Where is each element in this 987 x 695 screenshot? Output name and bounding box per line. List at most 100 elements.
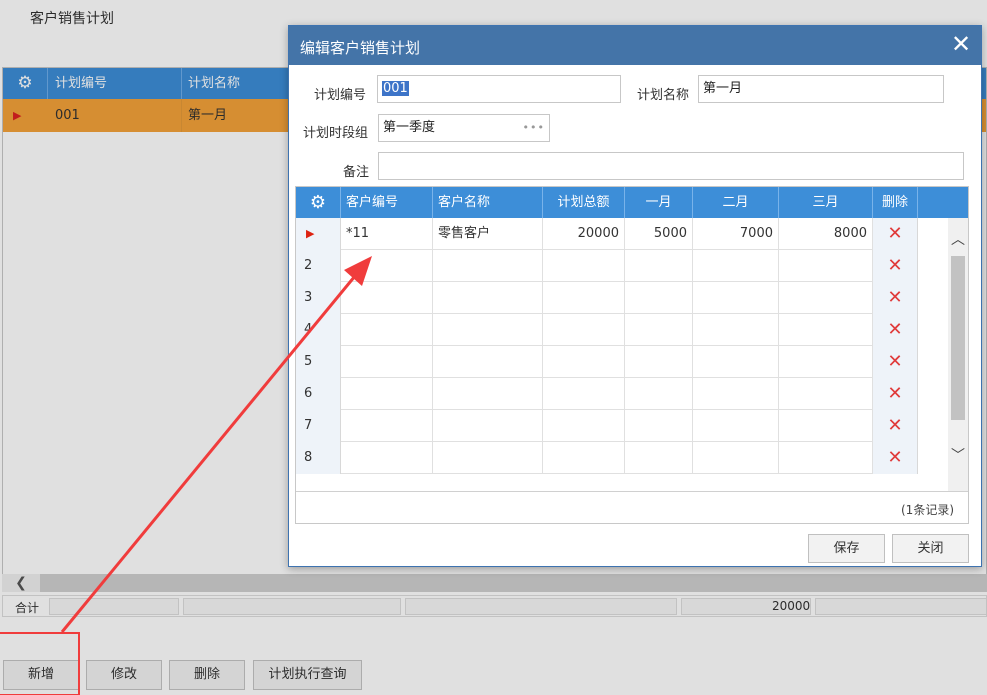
cell-march[interactable] [779,378,873,410]
delete-row-icon[interactable]: ✕ [873,282,918,314]
current-row-arrow-icon: ▶ [306,227,315,240]
close-button[interactable]: 关闭 [892,534,969,563]
plan-no-input[interactable]: 001 [377,75,621,103]
cell-february[interactable] [693,442,779,474]
customer-plan-grid: ⚙ 客户编号 客户名称 计划总额 一月 二月 三月 删除 ▶ *11 零售客户 200… [295,186,969,524]
delete-row-icon[interactable]: ✕ [873,378,918,410]
cell-customer-name[interactable] [433,346,543,378]
cell-customer-name[interactable] [433,410,543,442]
column-header-customer-name[interactable]: 客户名称 [433,187,543,218]
cell-march[interactable] [779,314,873,346]
row-number: ▶ [296,218,341,250]
cell-january[interactable] [625,250,693,282]
delete-row-icon[interactable]: ✕ [873,442,918,474]
cell-plan-total[interactable] [543,346,625,378]
vertical-scrollbar[interactable]: ︿ ﹀ [948,218,968,491]
cell-customer-name[interactable] [433,314,543,346]
cell-plan-total[interactable] [543,314,625,346]
cell-plan-total[interactable]: 20000 [543,218,625,250]
row-number: 5 [296,346,341,378]
table-row[interactable]: 2 ✕ [296,250,918,282]
cell-february[interactable] [693,250,779,282]
scroll-down-icon[interactable]: ﹀ [948,444,968,468]
row-number: 3 [296,282,341,314]
cell-february[interactable] [693,314,779,346]
cell-customer-no[interactable] [341,378,433,410]
period-group-picker[interactable]: 第一季度 ••• [378,114,550,142]
column-header-february[interactable]: 二月 [693,187,779,218]
cell-january[interactable] [625,346,693,378]
cell-january[interactable] [625,410,693,442]
annotation-highlight-box [0,632,80,695]
cell-customer-no[interactable] [341,346,433,378]
cell-march[interactable] [779,250,873,282]
cell-january[interactable] [625,282,693,314]
row-number: 8 [296,442,341,474]
cell-customer-no[interactable] [341,410,433,442]
cell-customer-no[interactable] [341,314,433,346]
table-row[interactable]: 7 ✕ [296,410,918,442]
cell-march[interactable] [779,282,873,314]
column-header-plan-total[interactable]: 计划总额 [543,187,625,218]
cell-customer-no[interactable]: *11 [341,218,433,250]
plan-name-input[interactable]: 第一月 [698,75,944,103]
scrollbar-thumb[interactable] [951,256,965,420]
grid-header: ⚙ 客户编号 客户名称 计划总额 一月 二月 三月 删除 [296,187,968,218]
gear-icon[interactable]: ⚙ [296,187,341,218]
dialog-title-bar: 编辑客户销售计划 ✕ [289,26,981,65]
table-row[interactable]: 5 ✕ [296,346,918,378]
column-header-march[interactable]: 三月 [779,187,873,218]
table-row[interactable]: 4 ✕ [296,314,918,346]
cell-plan-total[interactable] [543,378,625,410]
period-group-value: 第一季度 [383,120,436,135]
cell-plan-total[interactable] [543,410,625,442]
delete-row-icon[interactable]: ✕ [873,250,918,282]
remark-input[interactable] [378,152,964,180]
cell-february[interactable] [693,410,779,442]
cell-customer-name[interactable] [433,378,543,410]
table-row[interactable]: ▶ *11 零售客户 20000 5000 7000 8000 ✕ [296,218,918,250]
dialog-title: 编辑客户销售计划 [300,39,421,57]
cell-january[interactable] [625,442,693,474]
plan-no-label: 计划编号 [314,88,367,103]
cell-march[interactable] [779,346,873,378]
cell-customer-no[interactable] [341,442,433,474]
delete-row-icon[interactable]: ✕ [873,218,918,250]
table-row[interactable]: 6 ✕ [296,378,918,410]
delete-row-icon[interactable]: ✕ [873,346,918,378]
cell-customer-no[interactable] [341,282,433,314]
cell-plan-total[interactable] [543,442,625,474]
cell-customer-no[interactable] [341,250,433,282]
cell-plan-total[interactable] [543,250,625,282]
scroll-up-icon[interactable]: ︿ [948,228,968,252]
grid-footer: (1条记录) [296,491,968,523]
cell-march[interactable]: 8000 [779,218,873,250]
plan-name-label: 计划名称 [637,88,690,103]
cell-february[interactable] [693,378,779,410]
column-header-delete[interactable]: 删除 [873,187,918,218]
period-group-label: 计划时段组 [303,126,369,141]
save-button[interactable]: 保存 [808,534,885,563]
table-row[interactable]: 3 ✕ [296,282,918,314]
column-header-january[interactable]: 一月 [625,187,693,218]
cell-customer-name[interactable] [433,282,543,314]
cell-january[interactable]: 5000 [625,218,693,250]
cell-february[interactable] [693,282,779,314]
cell-january[interactable] [625,314,693,346]
row-number: 2 [296,250,341,282]
delete-row-icon[interactable]: ✕ [873,410,918,442]
cell-january[interactable] [625,378,693,410]
cell-plan-total[interactable] [543,282,625,314]
cell-customer-name[interactable] [433,250,543,282]
cell-march[interactable] [779,410,873,442]
cell-february[interactable]: 7000 [693,218,779,250]
close-icon[interactable]: ✕ [949,32,973,56]
cell-march[interactable] [779,442,873,474]
table-row[interactable]: 8 ✕ [296,442,918,474]
cell-february[interactable] [693,346,779,378]
delete-row-icon[interactable]: ✕ [873,314,918,346]
cell-customer-name[interactable] [433,442,543,474]
column-header-customer-no[interactable]: 客户编号 [341,187,433,218]
cell-customer-name[interactable]: 零售客户 [433,218,543,250]
ellipsis-icon[interactable]: ••• [523,115,545,141]
